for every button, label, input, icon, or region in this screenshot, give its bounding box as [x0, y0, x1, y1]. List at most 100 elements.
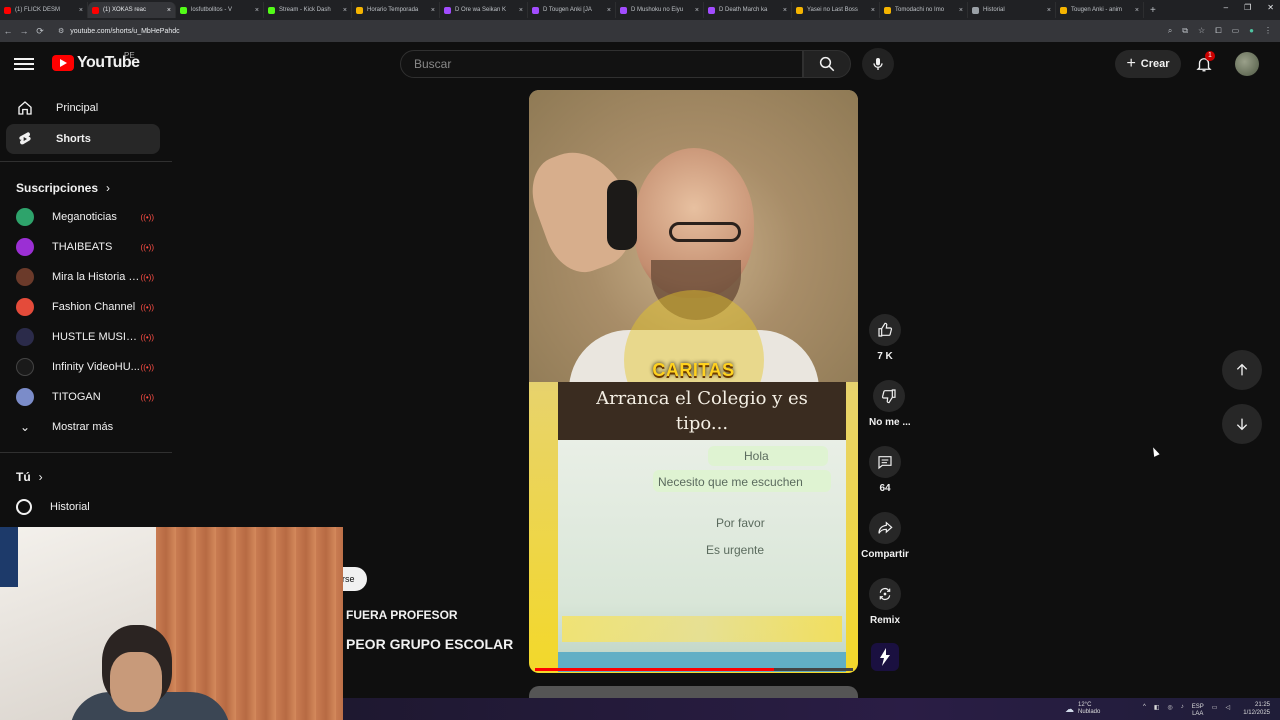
- cloud-icon: ☁: [1065, 703, 1074, 714]
- sound-thumbnail[interactable]: [871, 643, 899, 671]
- microphone-tray-icon[interactable]: ♪: [1181, 704, 1184, 718]
- like-action[interactable]: 7 K: [866, 314, 904, 362]
- previous-short-button[interactable]: [1222, 350, 1262, 390]
- forward-icon[interactable]: →: [16, 26, 32, 36]
- like-button[interactable]: [869, 314, 901, 346]
- back-icon[interactable]: ←: [0, 26, 16, 36]
- browser-tab[interactable]: Historial ×: [968, 2, 1056, 18]
- subscription-item[interactable]: Mira la Historia /... ((•)): [6, 262, 160, 292]
- browser-tab[interactable]: Tougen Anki - anim ×: [1056, 2, 1144, 18]
- mouse-cursor: [1150, 446, 1160, 457]
- share-button[interactable]: [869, 512, 901, 544]
- browser-tab[interactable]: D Tougen Anki [JA ×: [528, 2, 616, 18]
- new-tab-icon[interactable]: +: [1150, 5, 1156, 16]
- tab-close-icon[interactable]: ×: [607, 7, 611, 14]
- url-text[interactable]: youtube.com/shorts/u_MbHePahdc: [70, 28, 179, 35]
- volume-icon[interactable]: ◁: [1225, 704, 1230, 718]
- live-indicator-icon: ((•)): [140, 392, 154, 402]
- tab-close-icon[interactable]: ×: [343, 7, 347, 14]
- dislike-button[interactable]: [873, 380, 905, 412]
- search-button[interactable]: [803, 50, 851, 78]
- subscription-item[interactable]: TITOGAN ((•)): [6, 382, 160, 412]
- tab-close-icon[interactable]: ×: [431, 7, 435, 14]
- close-window-button[interactable]: ✕: [1267, 3, 1274, 12]
- share-action[interactable]: Compartir: [858, 512, 912, 560]
- browser-tab[interactable]: Tomodachi no Imo ×: [880, 2, 968, 18]
- tab-label: Horario Temporada: [367, 7, 419, 13]
- weather-widget[interactable]: ☁ 12°C Nublado: [1065, 702, 1100, 716]
- browser-tab[interactable]: Horario Temporada ×: [352, 2, 440, 18]
- language-indicator[interactable]: ESP LAA: [1192, 704, 1204, 718]
- browser-tab[interactable]: D Ore wa Seikan K ×: [440, 2, 528, 18]
- sidebar-item-principal[interactable]: Principal: [6, 93, 160, 123]
- subscriptions-heading[interactable]: Suscripciones ›: [16, 181, 110, 195]
- subscription-item[interactable]: Fashion Channel ((•)): [6, 292, 160, 322]
- microphone-icon: [873, 58, 883, 70]
- show-more-button[interactable]: ⌄ Mostrar más: [6, 412, 160, 442]
- browser-toolbar-icons: ⌕ ⧉ ☆ ⧠ ▭ ● ⋮: [1168, 26, 1272, 36]
- omnibox[interactable]: ⚙ youtube.com/shorts/u_MbHePahdc: [58, 27, 180, 36]
- tab-close-icon[interactable]: ×: [871, 7, 875, 14]
- profile-icon[interactable]: ●: [1249, 26, 1254, 36]
- browser-tab[interactable]: Stream - Kick Dash ×: [264, 2, 352, 18]
- minimize-button[interactable]: –: [1224, 3, 1228, 12]
- tab-close-icon[interactable]: ×: [519, 7, 523, 14]
- video-headphones: [607, 180, 637, 250]
- install-icon[interactable]: ⧉: [1182, 26, 1188, 36]
- browser-tab[interactable]: D Death March ka ×: [704, 2, 792, 18]
- tab-label: (1) XOKAS reac: [103, 7, 147, 13]
- browser-tab[interactable]: D Mushoku no Eiyu ×: [616, 2, 704, 18]
- tab-close-icon[interactable]: ×: [695, 7, 699, 14]
- sidebar-item-shorts[interactable]: Shorts: [6, 124, 160, 154]
- tab-close-icon[interactable]: ×: [783, 7, 787, 14]
- zoom-icon[interactable]: ⌕: [1168, 26, 1172, 36]
- tab-close-icon[interactable]: ×: [1135, 7, 1139, 14]
- sidebar-item-historial[interactable]: Historial: [6, 492, 160, 522]
- browser-tab[interactable]: losfutbolitos - V ×: [176, 2, 264, 18]
- bookmark-star-icon[interactable]: ☆: [1198, 26, 1205, 36]
- tab-favicon-icon: [1060, 6, 1067, 14]
- youtube-logo[interactable]: YouTube PE: [52, 51, 140, 72]
- dislike-action[interactable]: No me ...: [866, 380, 912, 428]
- site-info-icon[interactable]: ⚙: [58, 27, 64, 35]
- short-video-player[interactable]: CARITAS Arranca el Colegio y es tipo... …: [529, 90, 858, 673]
- tray-chevron-icon[interactable]: ^: [1143, 704, 1146, 718]
- network-icon[interactable]: ▭: [1212, 704, 1218, 718]
- extensions-icon[interactable]: ⧠: [1215, 26, 1221, 36]
- browser-menu-icon[interactable]: ⋮: [1264, 26, 1272, 36]
- subscription-item[interactable]: HUSTLE MUSIC (... ((•)): [6, 322, 160, 352]
- plus-icon: +: [1126, 55, 1136, 72]
- tab-close-icon[interactable]: ×: [79, 7, 83, 14]
- tab-close-icon[interactable]: ×: [1047, 7, 1051, 14]
- tab-close-icon[interactable]: ×: [255, 7, 259, 14]
- subscription-item[interactable]: Infinity VideoHU... ((•)): [6, 352, 160, 382]
- browser-tab[interactable]: (1) FLICK DESM ×: [0, 2, 88, 18]
- browser-tab[interactable]: Yasei no Last Boss ×: [792, 2, 880, 18]
- onedrive-icon[interactable]: ◎: [1168, 704, 1173, 718]
- taskbar-clock[interactable]: 21:25 1/12/2025: [1243, 701, 1270, 717]
- next-short-button[interactable]: [1222, 404, 1262, 444]
- tab-close-icon[interactable]: ×: [959, 7, 963, 14]
- you-heading[interactable]: Tú ›: [16, 470, 43, 484]
- remix-button[interactable]: [869, 578, 901, 610]
- video-progress-bar[interactable]: [535, 668, 853, 671]
- search-input[interactable]: Buscar: [400, 50, 803, 78]
- menu-icon[interactable]: [14, 55, 34, 71]
- maximize-button[interactable]: ❐: [1244, 3, 1251, 12]
- browser-tab[interactable]: (1) XOKAS reac ×: [88, 2, 176, 18]
- live-indicator-icon: ((•)): [140, 212, 154, 222]
- comments-action[interactable]: 64: [866, 446, 904, 494]
- tray-app-icon[interactable]: ◧: [1154, 704, 1160, 718]
- cast-icon[interactable]: ▭: [1232, 26, 1240, 36]
- reload-icon[interactable]: ⟳: [32, 26, 48, 37]
- voice-search-button[interactable]: [862, 48, 894, 80]
- tab-close-icon[interactable]: ×: [167, 7, 171, 14]
- tab-label: D Mushoku no Eiyu: [631, 7, 684, 13]
- create-button[interactable]: + Crear: [1115, 50, 1181, 78]
- account-avatar[interactable]: [1235, 52, 1259, 76]
- share-icon: [878, 521, 893, 534]
- subscription-item[interactable]: THAIBEATS ((•)): [6, 232, 160, 262]
- remix-action[interactable]: Remix: [866, 578, 904, 626]
- comments-button[interactable]: [869, 446, 901, 478]
- subscription-item[interactable]: Meganoticias ((•)): [6, 202, 160, 232]
